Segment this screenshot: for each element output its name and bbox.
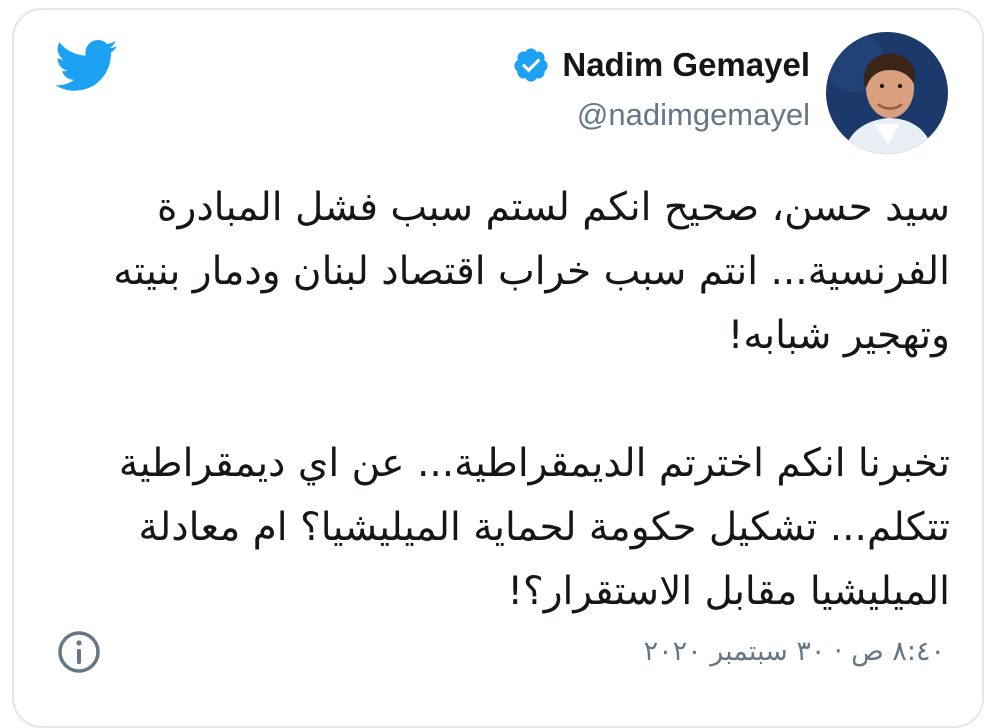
author-name[interactable]: Nadim Gemayel bbox=[562, 46, 810, 84]
tweet-text-line: تتكلم... تشكيل حكومة لحماية الميليشيا؟ ا… bbox=[138, 505, 950, 550]
tweet-text-line: تخبرنا انكم اخترتم الديمقراطية... عن اي … bbox=[118, 441, 950, 486]
verified-badge-icon bbox=[514, 48, 548, 82]
avatar-image bbox=[826, 32, 948, 154]
author-name-row[interactable]: Nadim Gemayel bbox=[512, 46, 810, 84]
tweet-text-line: الميليشيا مقابل الاستقرار؟! bbox=[507, 569, 950, 614]
tweet-text: سيد حسن، صحيح انكم لستم سبب فشل المبادرة… bbox=[50, 176, 950, 624]
tweet-text-line: وتهجير شبابه! bbox=[727, 313, 950, 358]
tweet-timestamp[interactable]: ٨:٤٠ ص · ٣٠ سبتمبر ٢٠٢٠ bbox=[644, 636, 945, 667]
author-handle[interactable]: @nadimgemayel bbox=[577, 97, 810, 133]
tweet-text-line: الفرنسية... انتم سبب خراب اقتصاد لبنان و… bbox=[113, 249, 950, 294]
tweet-text-line: سيد حسن، صحيح انكم لستم سبب فشل المبادرة bbox=[157, 185, 950, 230]
avatar[interactable] bbox=[826, 32, 948, 154]
twitter-bird-icon[interactable] bbox=[55, 40, 119, 92]
info-icon[interactable] bbox=[55, 628, 103, 676]
